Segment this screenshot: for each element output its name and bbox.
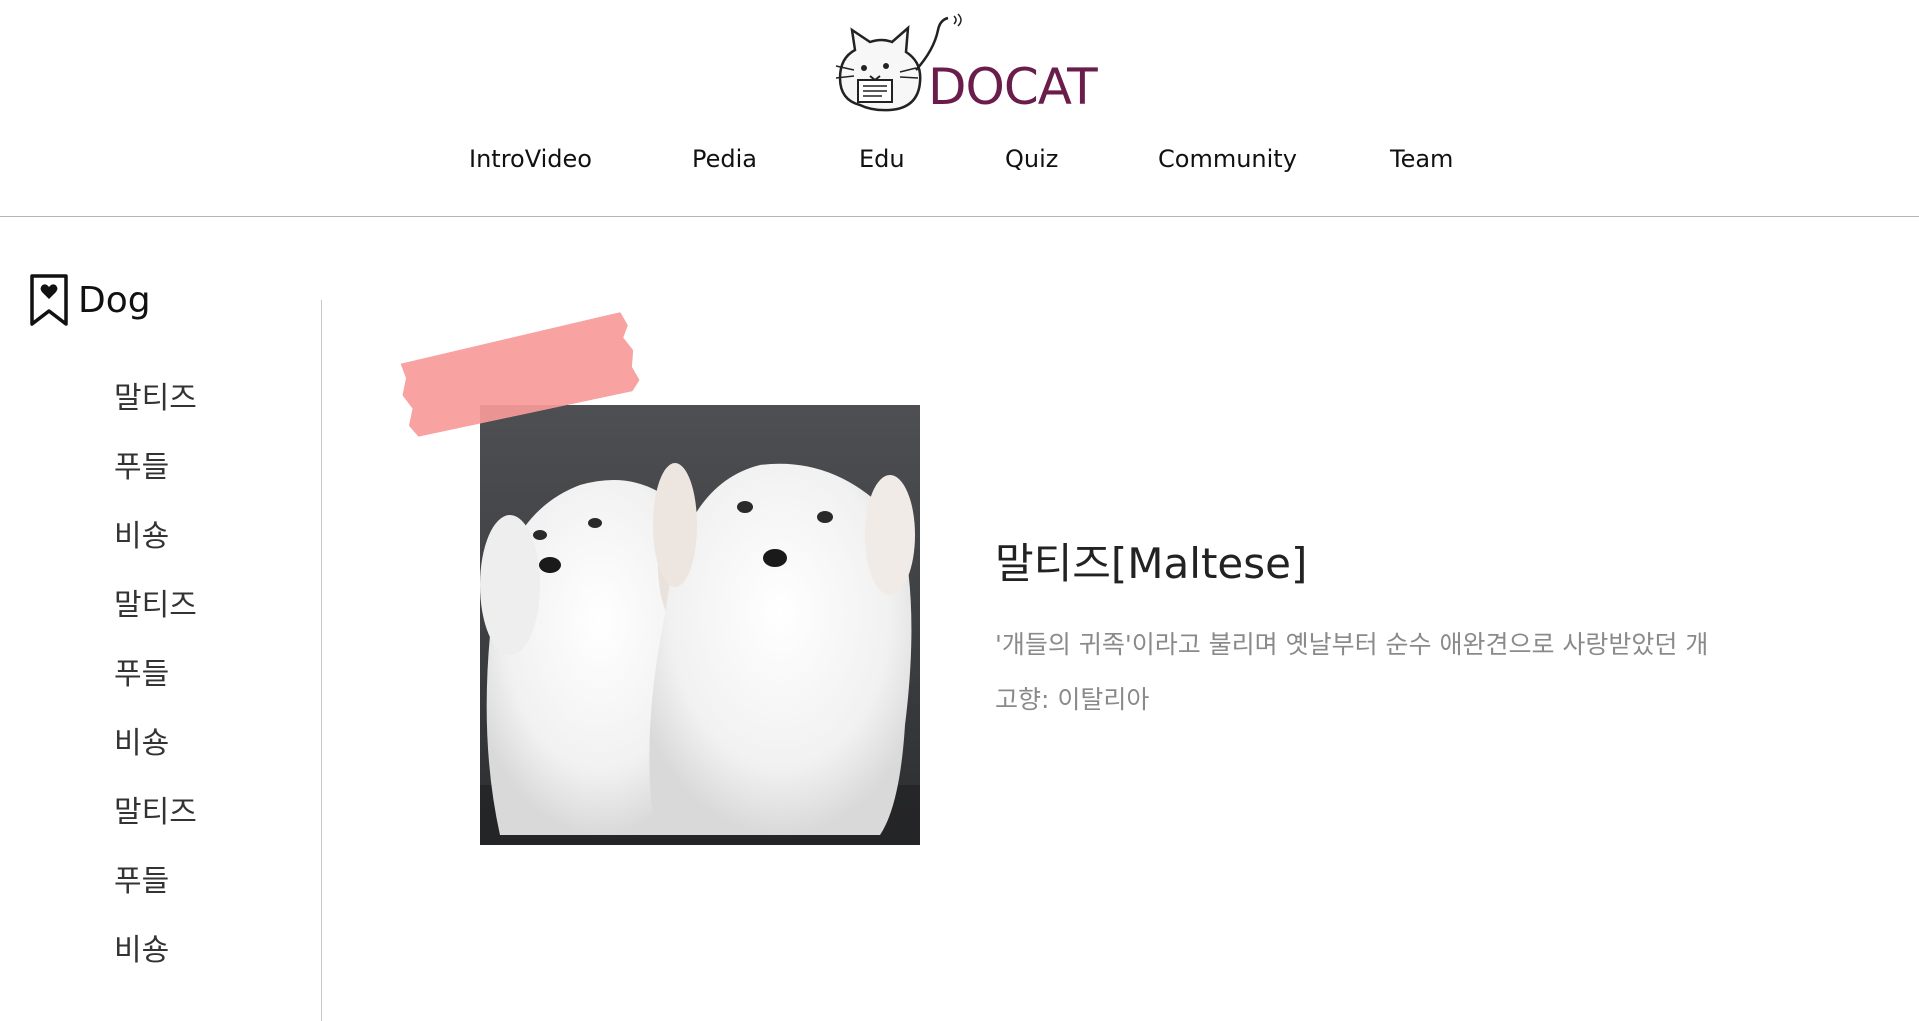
sidebar-divider	[321, 300, 322, 1021]
sidebar-title-text: Dog	[78, 279, 151, 321]
bookmark-heart-icon	[30, 274, 68, 326]
breed-description: '개들의 귀족'이라고 불리며 옛날부터 순수 애완견으로 사랑받았던 개	[995, 630, 1709, 659]
breed-origin: 고향: 이탈리아	[995, 685, 1150, 714]
main-nav: IntroVideo Pedia Edu Quiz Community Team	[0, 145, 1919, 185]
sidebar-item-poodle[interactable]: 푸들	[114, 442, 197, 511]
logo-text[interactable]: DOCAT	[928, 58, 1098, 116]
sidebar-item-bichon[interactable]: 비숑	[114, 511, 197, 580]
breed-list: 말티즈 푸들 비숑 말티즈 푸들 비숑 말티즈 푸들 비숑	[114, 373, 197, 994]
sidebar-item-maltese[interactable]: 말티즈	[114, 580, 197, 649]
site-header: DOCAT IntroVideo Pedia Edu Quiz Communit…	[0, 0, 1919, 217]
breed-name: 말티즈[Maltese]	[995, 539, 1308, 588]
breed-photo	[480, 405, 920, 845]
nav-quiz[interactable]: Quiz	[1005, 145, 1058, 173]
sidebar-item-bichon[interactable]: 비숑	[114, 718, 197, 787]
sidebar-item-bichon[interactable]: 비숑	[114, 925, 197, 994]
sidebar-title: Dog	[28, 272, 151, 328]
nav-team[interactable]: Team	[1390, 145, 1453, 173]
sidebar-item-poodle[interactable]: 푸들	[114, 856, 197, 925]
nav-edu[interactable]: Edu	[859, 145, 905, 173]
nav-community[interactable]: Community	[1158, 145, 1297, 173]
sidebar-item-maltese[interactable]: 말티즈	[114, 373, 197, 442]
nav-pedia[interactable]: Pedia	[692, 145, 757, 173]
sidebar-item-maltese[interactable]: 말티즈	[114, 787, 197, 856]
nav-introvideo[interactable]: IntroVideo	[469, 145, 592, 173]
sidebar-item-poodle[interactable]: 푸들	[114, 649, 197, 718]
maltese-puppies-image	[480, 405, 920, 845]
